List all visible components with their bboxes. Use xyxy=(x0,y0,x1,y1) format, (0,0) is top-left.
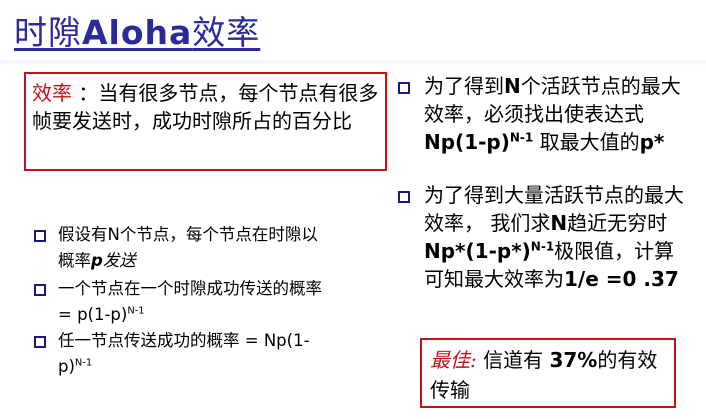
title-latin: Aloha xyxy=(82,13,193,52)
text-fragment: 假设有 xyxy=(58,225,108,244)
text-fragment: 趋近无穷时 xyxy=(567,211,668,235)
text-fragment: p xyxy=(91,251,103,270)
hollow-square-bullet-icon xyxy=(34,336,46,348)
text-fragment: N xyxy=(504,74,521,98)
page-title: 时隙Aloha效率 xyxy=(14,6,260,54)
text-fragment: N xyxy=(550,211,568,235)
hollow-square-bullet-icon xyxy=(398,191,410,203)
list-item: 一个节点在一个时隙成功传送的概率 = p(1-p)N-1 xyxy=(58,276,328,328)
text-fragment: 1/e =0 .37 xyxy=(564,267,679,291)
text-fragment: N-1 xyxy=(74,357,93,369)
definition-box: 效率 ：当有很多节点，每个节点有很多帧要发送时，成功时隙所占的百分比 xyxy=(24,72,387,171)
list-item: 假设有N个节点，每个节点在时隙以概率p发送 xyxy=(58,222,328,274)
hollow-square-bullet-icon xyxy=(398,82,410,94)
best-label: 最佳 xyxy=(430,348,470,372)
definition-keyword: 效率 xyxy=(32,81,72,105)
title-prefix: 时隙 xyxy=(14,13,82,52)
text-fragment: 一个节点在一个时隙成功传送的概率 xyxy=(58,279,322,298)
text-fragment: = p(1-p) xyxy=(58,305,128,324)
text-fragment: 取最大值的 xyxy=(533,130,640,154)
hollow-square-bullet-icon xyxy=(34,230,46,242)
title-divider xyxy=(0,60,706,66)
text-fragment: 为了得到 xyxy=(424,74,504,98)
text-fragment: p* xyxy=(639,130,665,154)
best-value: 37% xyxy=(549,348,598,372)
best-box: 最佳: 信道有 37%的有效传输 xyxy=(420,338,676,408)
text-fragment: Np*(1-p*) xyxy=(424,239,531,263)
text-fragment: N xyxy=(107,225,120,244)
text-fragment: Np(1-p) xyxy=(424,130,510,154)
best-text-a: 信道有 xyxy=(476,348,550,372)
list-item: 为了得到大量活跃节点的最大效率， 我们求N趋近无穷时Np*(1-p*)N-1极限… xyxy=(424,181,694,293)
list-item: 任一节点传送成功的概率 = Np(1-p)N-1 xyxy=(58,328,328,380)
text-fragment: N-1 xyxy=(530,239,555,254)
list-item: 为了得到N个活跃节点的最大效率，必须找出使表达式Np(1-p)N-1 取最大值的… xyxy=(424,72,694,156)
definition-sep: ： xyxy=(72,81,99,105)
definition-text: 效率 ：当有很多节点，每个节点有很多帧要发送时，成功时隙所占的百分比 xyxy=(32,79,379,135)
best-text: 最佳: 信道有 37%的有效传输 xyxy=(430,345,666,405)
text-fragment: N-1 xyxy=(509,130,534,145)
hollow-square-bullet-icon xyxy=(34,284,46,296)
text-fragment: 发送 xyxy=(102,251,136,270)
title-suffix: 效率 xyxy=(192,13,261,52)
text-fragment: 任一节点传送成功的概率 xyxy=(58,331,245,350)
text-fragment: N-1 xyxy=(127,305,145,317)
best-colon: : xyxy=(470,348,477,372)
